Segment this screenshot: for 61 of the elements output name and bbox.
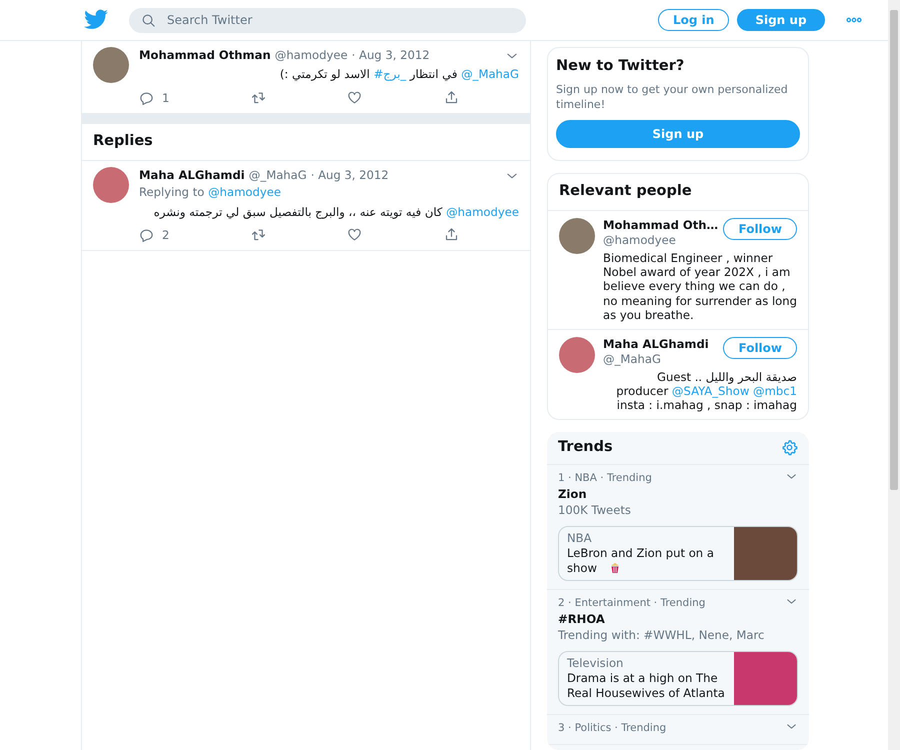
retweet-icon[interactable] [250, 227, 266, 242]
follow-button[interactable]: Follow [723, 218, 797, 240]
card-headline: Drama is at a high on The Real Housewives of Atlanta [567, 670, 726, 700]
scrollbar-thumb[interactable] [890, 10, 898, 490]
author-name: Maha ALGhamdi [139, 166, 245, 184]
card-title: New to Twitter? [556, 57, 686, 76]
mention-link[interactable]: @hamodyee [208, 185, 281, 200]
reply-icon[interactable] [139, 228, 154, 244]
avatar [93, 47, 129, 83]
card-title: Trends [558, 438, 613, 457]
photo-placeholder [734, 652, 797, 704]
card-text: Sign up now to get your own personalized timeline! [556, 82, 789, 112]
photo-placeholder [734, 526, 797, 580]
signup-button[interactable]: Sign up [556, 120, 800, 148]
retweet-icon[interactable] [250, 90, 266, 105]
card-category: NBA [567, 530, 593, 546]
reply-icon[interactable] [139, 90, 154, 106]
mention-link[interactable]: #برج_ [374, 67, 406, 82]
share-icon[interactable] [444, 90, 459, 105]
avatar [93, 166, 129, 203]
trend-subtitle: Trending with: #WWHL, Nene, Marc [558, 626, 766, 642]
search-field[interactable]: Search Twitter [129, 8, 526, 32]
follow-button[interactable]: Follow [723, 336, 797, 359]
author-handle: @_MahaG [248, 166, 307, 184]
mention-link[interactable]: @mbc1 [753, 384, 797, 398]
person-name: Mohammad Oth… [603, 218, 718, 232]
share-icon[interactable] [444, 227, 459, 242]
person-bio: Biomedical Engineer , winner Nobel award of year 202X , i am believe every thing we can do , no meaning for surrender as long as you breathe. [603, 250, 797, 323]
settings-icon[interactable] [781, 439, 798, 456]
tweet-date: · Aug 3, 2012 [310, 166, 389, 184]
person-handle: @hamodyee [603, 232, 677, 248]
trend-subtitle: 100K Tweets [558, 502, 632, 518]
card-title: Relevant people [559, 182, 692, 199]
login-button[interactable]: Log in [658, 9, 730, 31]
mention-link[interactable]: @SAYA_Show [672, 384, 750, 398]
trend-title: Zion [558, 486, 588, 502]
trend-card[interactable]: NBA LeBron and Zion put on a show [558, 526, 798, 580]
avatar [559, 218, 595, 254]
person-handle: @_MahaG [603, 352, 662, 367]
person-name: Maha ALGhamdi [603, 336, 709, 352]
mention-link[interactable]: @hamodyee [446, 204, 519, 219]
like-icon[interactable] [347, 227, 362, 242]
trend-meta: 1 · NBA · Trending [558, 470, 652, 486]
reply-count: 2 [162, 227, 170, 244]
mention-link[interactable]: @_MahaG [461, 67, 519, 82]
avatar [559, 336, 595, 373]
card-headline: LeBron and Zion put on a show [567, 546, 715, 576]
reply-count: 1 [162, 90, 170, 107]
author-name: Mohammad Othman [139, 47, 271, 64]
card-category: Television [567, 656, 624, 670]
replying-to-text: Replying to @hamodyee [139, 184, 282, 202]
search-icon [141, 12, 156, 28]
author-handle: @hamodyee [274, 47, 348, 64]
trend-card[interactable]: Television Drama is at a high on The Real Housewives of Atlanta [558, 650, 798, 706]
trend-title: #RHOA [558, 610, 606, 626]
trend-meta: 2 · Entertainment · Trending [558, 596, 706, 610]
tweet-date: · Aug 3, 2012 [352, 47, 430, 64]
like-icon[interactable] [347, 90, 362, 105]
signup-button[interactable]: Sign up [737, 9, 825, 31]
trend-meta: 3 · Politics · Trending [558, 720, 666, 736]
replies-heading: Replies [93, 133, 153, 150]
